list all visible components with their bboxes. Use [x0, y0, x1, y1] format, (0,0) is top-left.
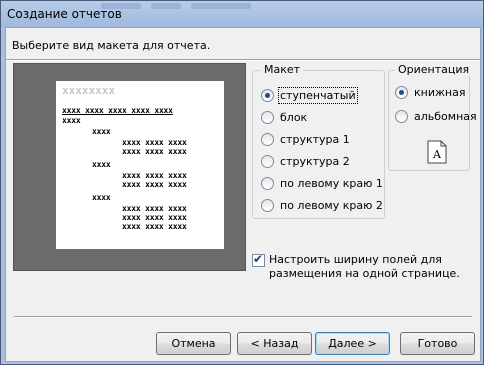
checkmark-icon: ✔	[253, 252, 264, 266]
radio-button-selected[interactable]	[395, 85, 408, 99]
layout-preview: xxxxxxxx xxxx xxxx xxxx xxxx xxxx xxxx x…	[13, 63, 246, 271]
preview-page: xxxxxxxx xxxx xxxx xxxx xxxx xxxx xxxx x…	[56, 81, 224, 249]
portrait-icon-letter: A	[432, 148, 442, 161]
portrait-page-icon: A	[427, 140, 447, 164]
window-title: Создание отчетов	[7, 7, 122, 21]
preview-group-level2: xxxx	[92, 193, 111, 202]
radio-button[interactable]	[261, 198, 274, 212]
layout-groupbox: Макет ступенчатый блок структура 1 струк…	[252, 63, 385, 219]
radio-button[interactable]	[395, 109, 408, 123]
cancel-button[interactable]: Отмена	[156, 332, 231, 355]
header-separator	[6, 59, 480, 61]
report-wizard-window: Создание отчетов Выберите вид макета для…	[0, 0, 484, 365]
radio-button[interactable]	[261, 176, 274, 190]
radio-label: книжная	[414, 85, 466, 99]
footer-separator	[14, 316, 472, 318]
radio-stepped[interactable]: ступенчатый	[261, 86, 358, 104]
orientation-groupbox: Ориентация книжная альбомная A	[388, 63, 477, 171]
preview-detail-row: xxxx xxxx xxxx	[122, 204, 187, 213]
titlebar-ghost	[101, 3, 141, 9]
back-button[interactable]: < Назад	[237, 332, 312, 355]
preview-detail-row: xxxx xxxx xxxx	[122, 147, 187, 156]
preview-group-level1: xxxx	[62, 116, 81, 125]
dialog-body: Выберите вид макета для отчета. xxxxxxxx…	[5, 27, 481, 362]
radio-label: альбомная	[414, 109, 477, 123]
preview-detail-row: xxxx xxxx xxxx	[122, 138, 187, 147]
radio-label: блок	[280, 110, 308, 124]
radio-label: по левому краю 2	[280, 198, 383, 212]
radio-button-selected[interactable]	[261, 88, 274, 102]
preview-detail-row: xxxx xxxx xxxx	[122, 222, 187, 231]
preview-detail-row: xxxx xxxx xxxx	[122, 213, 187, 222]
preview-header-row: xxxx xxxx xxxx xxxx xxxx	[62, 106, 173, 115]
preview-title: xxxxxxxx	[62, 84, 115, 97]
titlebar-ghost	[151, 3, 181, 9]
preview-group-level2: xxxx	[92, 127, 111, 136]
layout-group-legend: Макет	[261, 63, 304, 76]
radio-align-left-2[interactable]: по левому краю 2	[261, 197, 383, 213]
radio-label: структура 1	[280, 132, 350, 146]
next-button[interactable]: Далее >	[315, 332, 390, 355]
radio-portrait[interactable]: книжная	[395, 84, 465, 100]
preview-detail-row: xxxx xxxx xxxx	[122, 180, 187, 189]
radio-label: структура 2	[280, 154, 350, 168]
titlebar-ghost	[191, 3, 251, 9]
radio-align-left-1[interactable]: по левому краю 1	[261, 175, 383, 191]
instruction-text: Выберите вид макета для отчета.	[12, 39, 211, 52]
radio-button[interactable]	[261, 154, 274, 168]
fit-width-checkbox[interactable]: ✔	[252, 252, 265, 267]
radio-label: по левому краю 1	[280, 176, 383, 190]
radio-block[interactable]: блок	[261, 109, 307, 125]
radio-outline-1[interactable]: структура 1	[261, 131, 350, 147]
fit-width-label: Настроить ширину полей для размещения на…	[269, 253, 460, 280]
preview-group-level2: xxxx	[92, 160, 111, 169]
radio-label: ступенчатый	[278, 86, 358, 104]
preview-detail-row: xxxx xxxx xxxx	[122, 171, 187, 180]
finish-button[interactable]: Готово	[400, 332, 475, 355]
title-bar[interactable]: Создание отчетов	[1, 1, 483, 27]
radio-outline-2[interactable]: структура 2	[261, 153, 350, 169]
orientation-group-legend: Ориентация	[395, 63, 473, 76]
radio-button[interactable]	[261, 132, 274, 146]
radio-landscape[interactable]: альбомная	[395, 108, 477, 124]
radio-button[interactable]	[261, 110, 274, 124]
